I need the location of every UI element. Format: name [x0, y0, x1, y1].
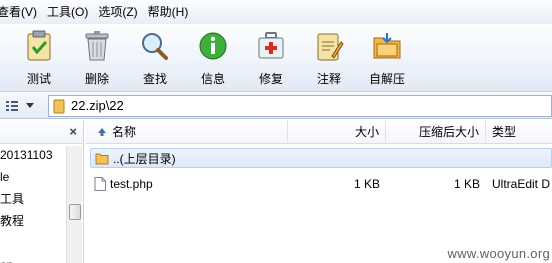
info-button[interactable]: 信息 — [184, 24, 242, 92]
close-icon[interactable]: × — [69, 124, 77, 139]
column-packed-size[interactable]: 压缩后大小 — [386, 120, 486, 144]
comment-button[interactable]: 注释 — [300, 24, 358, 92]
path-field[interactable]: 22.zip\22 — [48, 94, 552, 117]
comment-label: 注释 — [316, 72, 341, 86]
list-header: 名称 大小 压缩后大小 类型 — [86, 120, 552, 144]
list-view-icon — [6, 100, 18, 111]
first-aid-icon — [255, 30, 287, 62]
sfx-label: 自解压 — [368, 72, 405, 86]
column-name-label: 名称 — [112, 125, 137, 139]
watermark: www.wooyun.org — [447, 246, 550, 261]
column-type[interactable]: 类型 — [486, 120, 552, 144]
row-name: ..(上层目录) — [113, 151, 176, 166]
menu-bar: 查看(V) 工具(O) 选项(Z) 帮助(H) — [0, 0, 552, 24]
menu-view[interactable]: 查看(V) — [0, 0, 42, 24]
toolbar: 测试 删除 查找 信息 修复 注释 自解压 — [0, 24, 552, 92]
find-label: 查找 — [142, 72, 167, 86]
row-type: UltraEdit D — [492, 177, 551, 191]
scroll-thumb[interactable] — [69, 204, 81, 220]
view-mode-button[interactable] — [0, 95, 48, 117]
row-name-cell: ..(上层目录) — [91, 150, 288, 167]
menu-help[interactable]: 帮助(H) — [143, 0, 194, 24]
path-text: 22.zip\22 — [71, 98, 124, 113]
parent-directory-row[interactable]: ..(上层目录) — [90, 148, 552, 168]
file-row[interactable]: test.php 1 KB 1 KB UltraEdit D — [90, 172, 552, 196]
find-button[interactable]: 查找 — [126, 24, 184, 92]
info-icon — [197, 30, 229, 62]
test-icon — [23, 30, 55, 62]
file-list: 名称 大小 压缩后大小 类型 ..(上层目录) test.php 1 KB 1 … — [86, 120, 552, 263]
sfx-button[interactable]: 自解压 — [358, 24, 416, 92]
repair-button[interactable]: 修复 — [242, 24, 300, 92]
magnifier-icon — [139, 30, 171, 62]
sort-up-icon — [98, 128, 106, 136]
row-name-cell: test.php — [90, 177, 288, 191]
address-bar: 22.zip\22 — [0, 93, 552, 119]
dropdown-arrow-icon — [26, 102, 34, 108]
delete-label: 删除 — [84, 72, 109, 86]
menu-tools[interactable]: 工具(O) — [42, 0, 93, 24]
tree-scrollbar[interactable] — [66, 146, 82, 263]
test-button[interactable]: 测试 — [10, 24, 68, 92]
menu-options[interactable]: 选项(Z) — [93, 0, 142, 24]
row-packed-size: 1 KB — [453, 177, 480, 191]
column-size[interactable]: 大小 — [288, 120, 386, 144]
column-name[interactable]: 名称 — [86, 120, 288, 144]
comment-icon — [313, 30, 345, 62]
row-size: 1 KB — [353, 177, 380, 191]
test-label: 测试 — [26, 72, 51, 86]
folder-icon — [53, 99, 65, 113]
repair-label: 修复 — [258, 72, 283, 86]
delete-button[interactable]: 删除 — [68, 24, 126, 92]
row-name: test.php — [110, 177, 153, 191]
sfx-icon — [371, 30, 403, 62]
trash-icon — [81, 30, 113, 62]
tree-header: × — [0, 120, 83, 144]
folder-tree: × 20131103 le 工具 教程 on — [0, 120, 84, 263]
info-label: 信息 — [200, 72, 225, 86]
file-icon — [94, 177, 106, 191]
folder-icon — [95, 153, 109, 165]
